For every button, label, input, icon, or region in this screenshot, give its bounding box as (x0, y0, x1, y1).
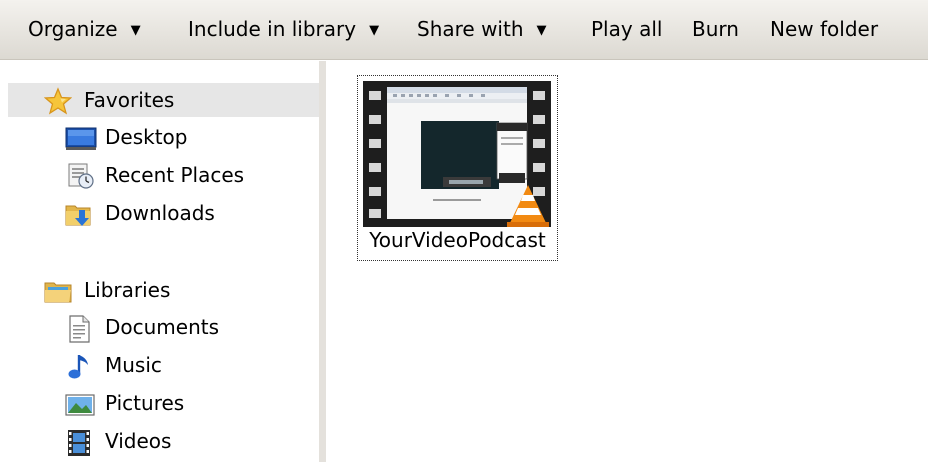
pictures-label: Pictures (105, 391, 185, 415)
music-note-icon (65, 352, 93, 380)
file-name-label: YourVideoPodcast (369, 228, 546, 252)
documents-label: Documents (105, 315, 220, 339)
libraries-label: Libraries (84, 278, 171, 302)
videos-label: Videos (105, 429, 172, 453)
organize-label: Organize (28, 17, 118, 41)
include-in-library-label: Include in library (188, 17, 357, 41)
play-all-button[interactable]: Play all (591, 0, 662, 58)
film-strip-icon (65, 428, 93, 456)
organize-dropdown-arrow-icon: ▼ (130, 23, 141, 38)
document-icon (65, 314, 93, 343)
pane-splitter[interactable] (319, 61, 326, 462)
include-in-library-dropdown-arrow-icon: ▼ (369, 23, 380, 38)
pictures-icon (65, 390, 95, 418)
file-list-area[interactable]: YourVideoPodcast (326, 61, 928, 462)
share-with-label: Share with (417, 17, 524, 41)
new-folder-button[interactable]: New folder (770, 0, 878, 58)
downloads-label: Downloads (105, 201, 215, 225)
recent-places-label: Recent Places (105, 163, 245, 187)
desktop-label: Desktop (105, 125, 188, 149)
share-with-button[interactable]: Share with ▼ (417, 0, 547, 58)
share-with-dropdown-arrow-icon: ▼ (536, 23, 547, 38)
include-in-library-button[interactable]: Include in library ▼ (188, 0, 379, 58)
burn-button[interactable]: Burn (692, 0, 739, 58)
libraries-folder-icon (44, 277, 72, 305)
desktop-icon (65, 124, 97, 152)
file-item-video[interactable]: YourVideoPodcast (357, 75, 558, 261)
favorites-label: Favorites (84, 88, 175, 112)
star-icon (43, 87, 73, 115)
navigation-pane: Favorites Desktop Recent Places Download… (0, 61, 319, 462)
organize-button[interactable]: Organize ▼ (28, 0, 141, 58)
music-label: Music (105, 353, 162, 377)
command-bar: Organize ▼ Include in library ▼ Share with… (0, 0, 928, 60)
video-thumbnail (363, 81, 551, 227)
recent-places-icon (65, 162, 94, 190)
downloads-icon (65, 200, 93, 228)
